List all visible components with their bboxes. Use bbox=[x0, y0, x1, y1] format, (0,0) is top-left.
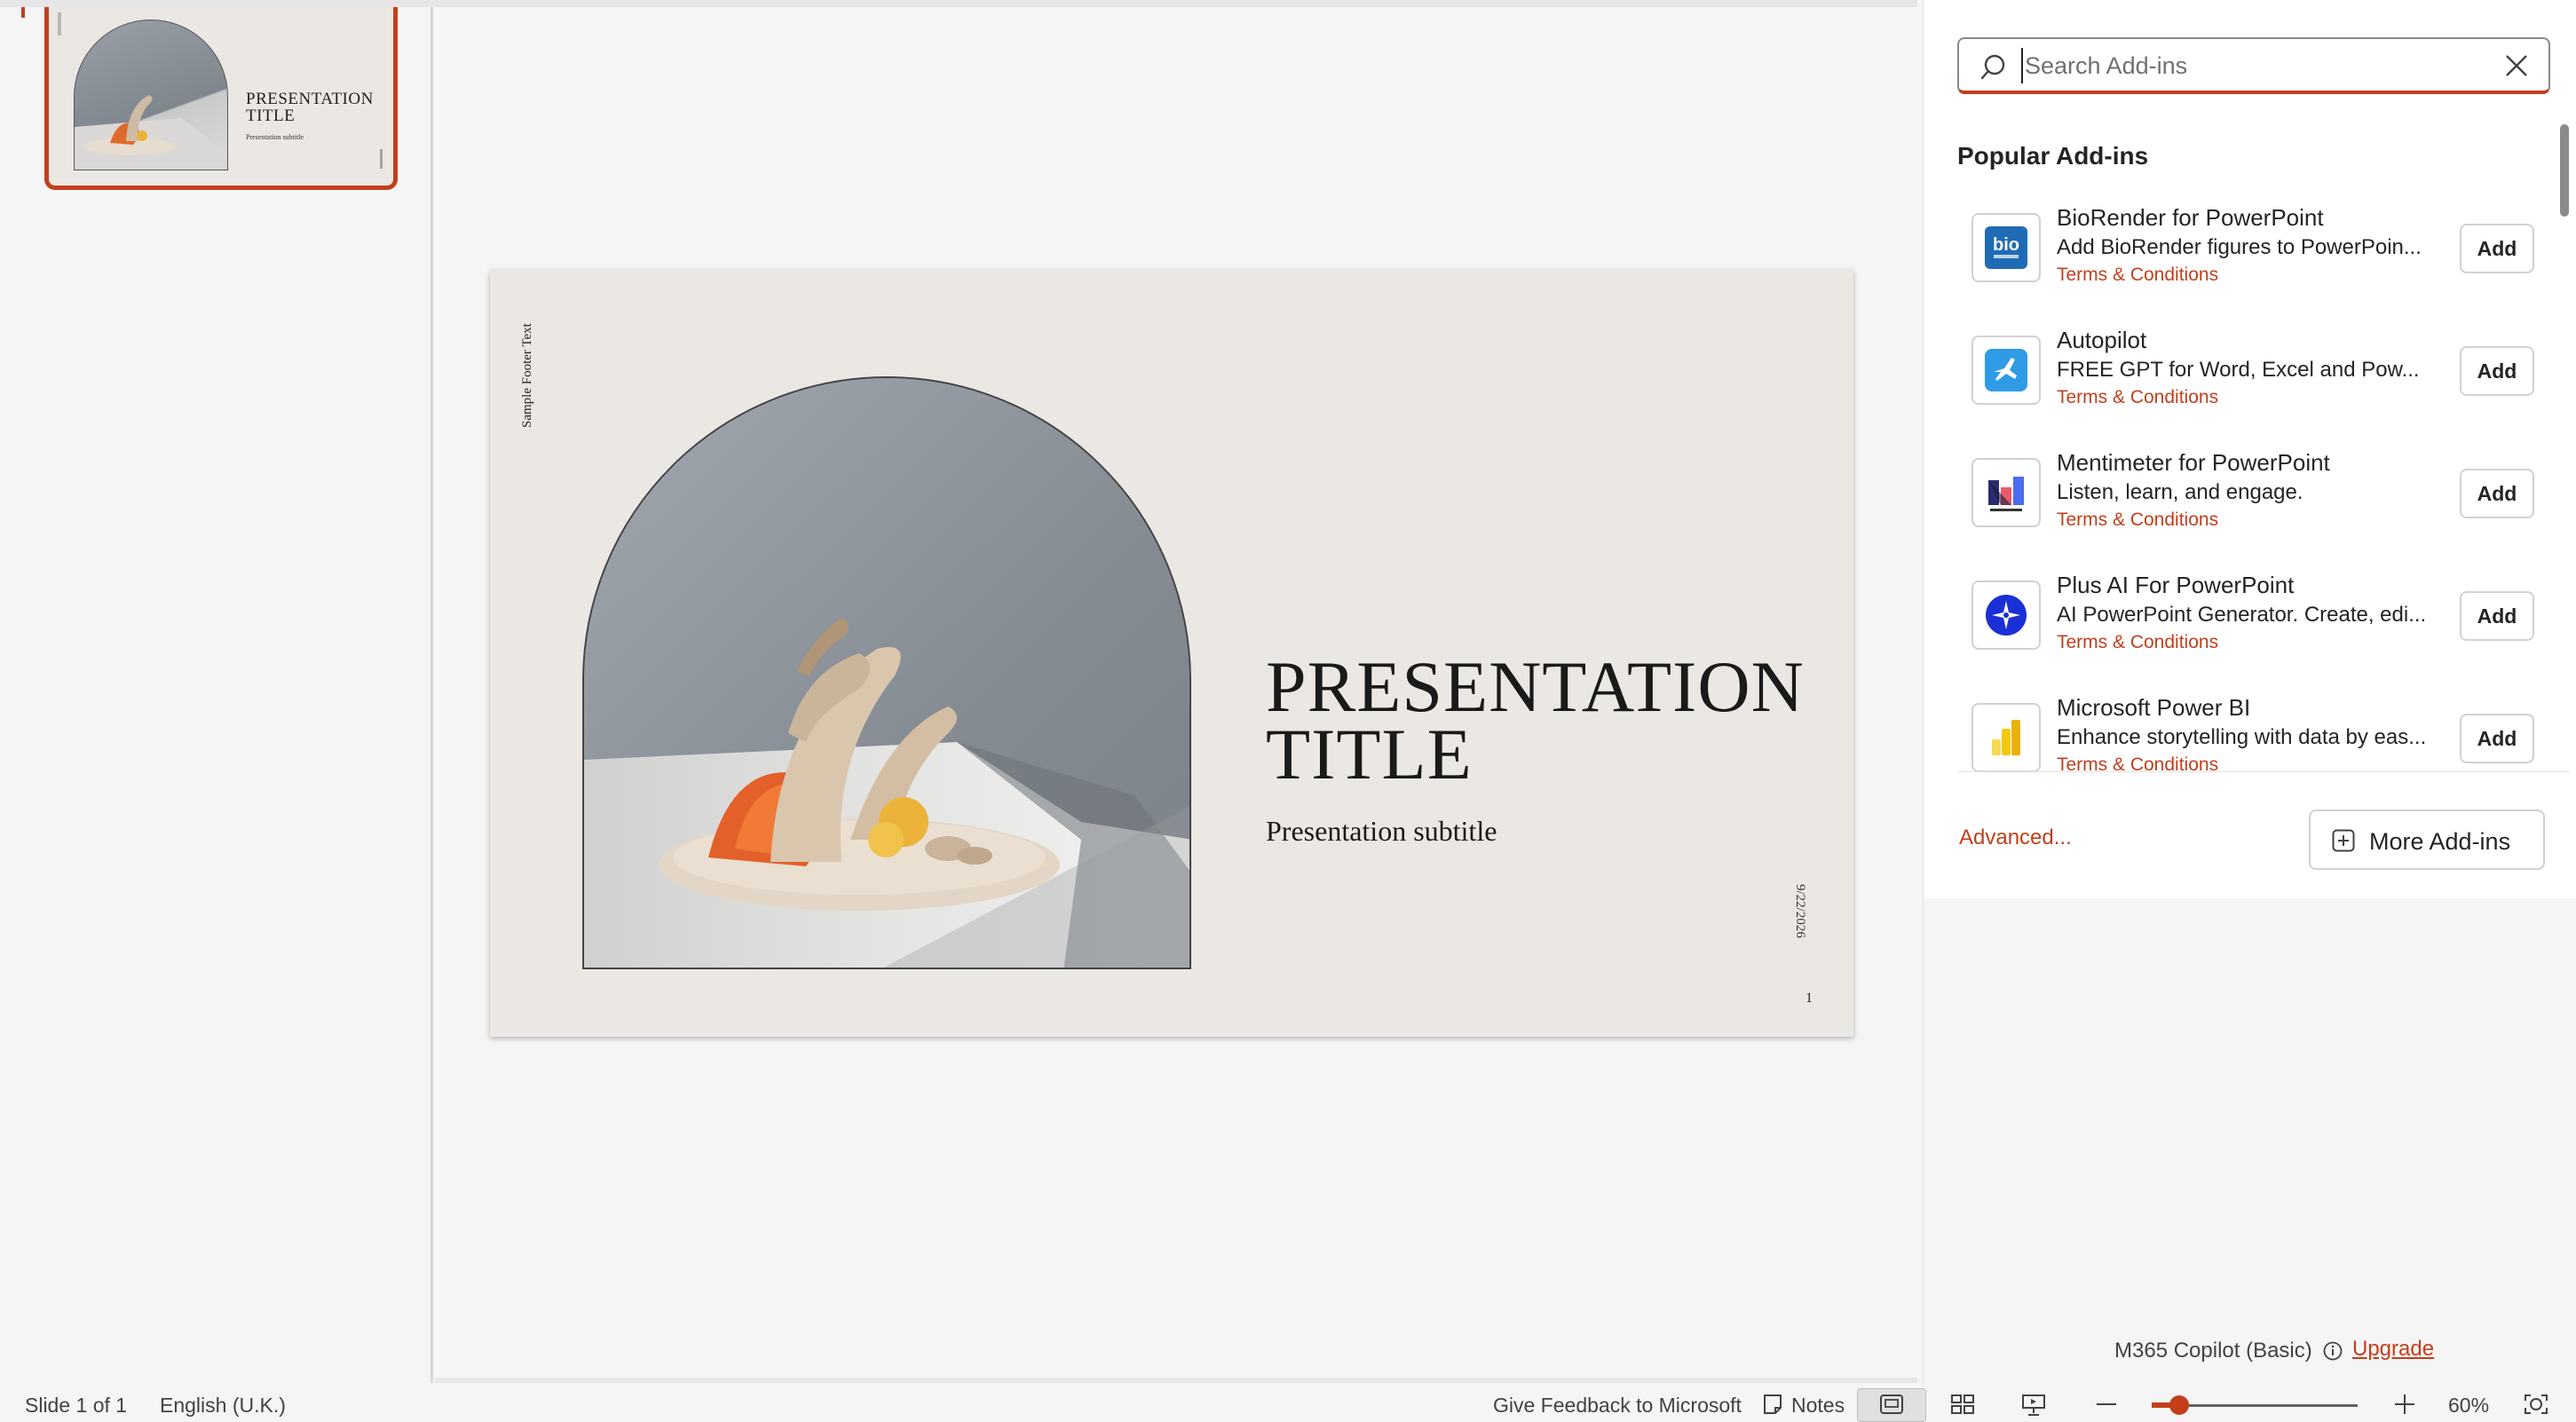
notes-button[interactable]: Notes bbox=[1791, 1394, 1845, 1418]
biorender-logo-text: bio bbox=[1993, 235, 2019, 255]
mushroom-photo bbox=[584, 378, 1189, 968]
mentimeter-logo-icon bbox=[1972, 458, 2041, 527]
zoom-in-icon[interactable] bbox=[2391, 1392, 2418, 1417]
add-power-bi-button[interactable]: Add bbox=[2460, 714, 2534, 763]
slide-title-line-1: PRESENTATION bbox=[1266, 646, 1805, 727]
addin-description: Enhance storytelling with data by eas... bbox=[2057, 725, 2427, 749]
addins-panel-footer-area bbox=[1923, 898, 2576, 1385]
thumbnail-mushroom-illustration bbox=[75, 95, 227, 170]
reading-view-icon[interactable] bbox=[2020, 1392, 2047, 1417]
advanced-link[interactable]: Advanced... bbox=[1959, 826, 2072, 850]
slide-sorter-icon[interactable] bbox=[1949, 1392, 1976, 1417]
addin-item-plus-ai[interactable]: Plus AI For PowerPoint AI PowerPoint Gen… bbox=[1957, 554, 2570, 676]
terms-link[interactable]: Terms & Conditions bbox=[2057, 387, 2218, 408]
more-addins-button[interactable]: More Add-ins bbox=[2309, 810, 2545, 870]
autopilot-logo-icon bbox=[1972, 336, 2041, 405]
give-feedback-button[interactable]: Give Feedback to Microsoft bbox=[1493, 1394, 1742, 1418]
slide-thumbnails-pane[interactable]: PRESENTATION TITLE Presentation subtitle bbox=[0, 7, 433, 1383]
terms-link[interactable]: Terms & Conditions bbox=[2057, 754, 2218, 771]
popular-addins-heading: Popular Add-ins bbox=[1957, 142, 2149, 170]
terms-link[interactable]: Terms & Conditions bbox=[2057, 510, 2218, 531]
addin-name: Plus AI For PowerPoint bbox=[2057, 572, 2295, 598]
addin-description: FREE GPT for Word, Excel and Pow... bbox=[2057, 358, 2420, 382]
slide-date-placeholder[interactable]: 9/22/2026 bbox=[1793, 882, 1829, 953]
terms-link[interactable]: Terms & Conditions bbox=[2057, 265, 2218, 286]
addin-name: Autopilot bbox=[2057, 327, 2147, 353]
add-plus-ai-button[interactable]: Add bbox=[2460, 591, 2534, 641]
slide-number[interactable]: 1 bbox=[1806, 991, 1813, 1007]
slide-date-text: 9/22/2026 bbox=[1793, 884, 1807, 938]
addins-panel: Popular Add-ins bio BioRender for PowerP… bbox=[1923, 0, 2576, 898]
thumbnail-title-line-1: PRESENTATION bbox=[246, 90, 374, 108]
zoom-slider-thumb[interactable] bbox=[2169, 1395, 2189, 1415]
addins-list[interactable]: bio BioRender for PowerPoint Add BioRend… bbox=[1957, 186, 2570, 772]
thumbnail-title-line-2: TITLE bbox=[246, 107, 296, 125]
canvas-bottom-edge bbox=[435, 1378, 1917, 1383]
terms-link[interactable]: Terms & Conditions bbox=[2057, 632, 2218, 653]
addin-name: BioRender for PowerPoint bbox=[2057, 204, 2324, 231]
zoom-level[interactable]: 60% bbox=[2448, 1394, 2489, 1418]
slide-title[interactable]: PRESENTATION TITLE bbox=[1266, 646, 1805, 794]
powerpoint-window: PRESENTATION TITLE Presentation subtitle… bbox=[0, 0, 2576, 1422]
slide-footer-placeholder[interactable]: Sample Footer Text bbox=[510, 311, 545, 444]
thumbnail-number-marker bbox=[21, 7, 25, 18]
copilot-plan-text: M365 Copilot (Basic) bbox=[2114, 1339, 2312, 1363]
slide-title-line-2: TITLE bbox=[1266, 714, 1473, 794]
more-addins-label: More Add-ins bbox=[2369, 828, 2511, 855]
addins-search-box[interactable] bbox=[1957, 37, 2550, 94]
addin-description: AI PowerPoint Generator. Create, edi... bbox=[2057, 603, 2427, 627]
notes-icon[interactable] bbox=[1761, 1392, 1784, 1417]
copilot-plan-label: M365 Copilot (Basic) bbox=[2114, 1339, 2343, 1363]
addins-scrollbar[interactable] bbox=[2560, 124, 2569, 217]
slide-count-status[interactable]: Slide 1 of 1 bbox=[25, 1394, 127, 1418]
upgrade-link[interactable]: Upgrade bbox=[2352, 1337, 2434, 1362]
slide-subtitle[interactable]: Presentation subtitle bbox=[1266, 815, 1497, 848]
plus-ai-logo-icon bbox=[1972, 581, 2041, 650]
addin-item-power-bi[interactable]: Microsoft Power BI Enhance storytelling … bbox=[1957, 676, 2570, 771]
thumbnail-image bbox=[74, 20, 228, 170]
slide-footer-text: Sample Footer Text bbox=[520, 323, 534, 428]
close-icon[interactable] bbox=[2502, 51, 2531, 80]
addins-search-input[interactable] bbox=[2021, 48, 2501, 83]
addin-description: Listen, learn, and engage. bbox=[2057, 480, 2303, 504]
status-bar: Slide 1 of 1 English (U.K.) Give Feedbac… bbox=[0, 1386, 2576, 1422]
normal-view-icon bbox=[1880, 1394, 1903, 1414]
slide-canvas[interactable]: Sample Footer Text PRESENTATION TITLE Pr… bbox=[490, 270, 1853, 1037]
addin-name: Mentimeter for PowerPoint bbox=[2057, 449, 2330, 476]
addin-item-autopilot[interactable]: Autopilot FREE GPT for Word, Excel and P… bbox=[1957, 309, 2570, 431]
add-mentimeter-button[interactable]: Add bbox=[2460, 469, 2534, 518]
addin-description: Add BioRender figures to PowerPoin... bbox=[2057, 235, 2422, 259]
thumbnail-title: PRESENTATION TITLE bbox=[246, 91, 374, 124]
add-autopilot-button[interactable]: Add bbox=[2460, 346, 2534, 396]
slide-arch-image[interactable] bbox=[582, 376, 1191, 969]
addin-name: Microsoft Power BI bbox=[2057, 694, 2251, 721]
slide-thumbnail-1[interactable]: PRESENTATION TITLE Presentation subtitle bbox=[44, 7, 398, 190]
add-square-icon bbox=[2332, 829, 2355, 852]
search-icon bbox=[1980, 54, 2005, 80]
thumbnail-date bbox=[380, 149, 383, 169]
add-biorender-button[interactable]: Add bbox=[2460, 224, 2534, 273]
top-edge bbox=[0, 0, 1917, 7]
biorender-logo-icon: bio bbox=[1972, 213, 2041, 282]
language-status[interactable]: English (U.K.) bbox=[160, 1394, 286, 1418]
info-icon[interactable] bbox=[2323, 1341, 2343, 1361]
thumbnail-footer-text bbox=[58, 12, 61, 36]
thumbnail-subtitle: Presentation subtitle bbox=[246, 133, 304, 141]
power-bi-logo-icon bbox=[1972, 703, 2041, 771]
addin-item-biorender[interactable]: bio BioRender for PowerPoint Add BioRend… bbox=[1957, 186, 2570, 309]
zoom-out-icon[interactable] bbox=[2093, 1392, 2120, 1417]
fit-to-window-icon[interactable] bbox=[2523, 1392, 2549, 1417]
addin-item-mentimeter[interactable]: Mentimeter for PowerPoint Listen, learn,… bbox=[1957, 431, 2570, 554]
